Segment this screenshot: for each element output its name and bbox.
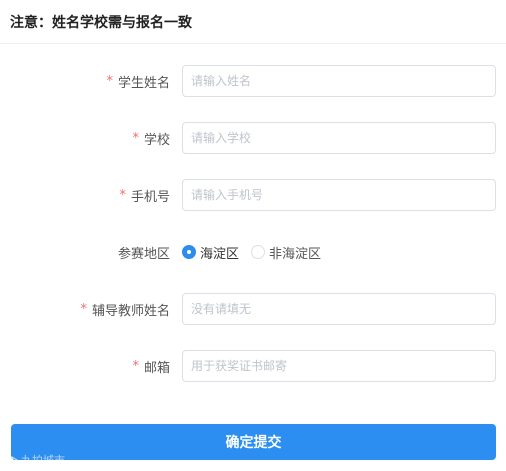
region-option-non-haidian[interactable]: 非海淀区 xyxy=(251,243,321,262)
required-mark: * xyxy=(80,301,87,317)
watermark-logo-icon xyxy=(4,455,18,465)
phone-row: * 手机号 xyxy=(0,179,506,211)
student-name-label: * 学生姓名 xyxy=(106,73,170,91)
region-row: 参赛地区 海淀区 非海淀区 xyxy=(0,236,506,268)
email-input[interactable] xyxy=(182,350,496,382)
required-mark: * xyxy=(132,358,139,374)
radio-checked-icon[interactable] xyxy=(182,245,196,259)
required-mark: * xyxy=(106,73,113,89)
watermark: 九拍城市 xyxy=(4,452,65,468)
school-input[interactable] xyxy=(182,122,496,154)
email-row: * 邮箱 xyxy=(0,350,506,382)
submit-button[interactable]: 确定提交 xyxy=(11,424,496,460)
radio-unchecked-icon[interactable] xyxy=(251,245,266,259)
email-label: * 邮箱 xyxy=(132,358,170,376)
phone-label: * 手机号 xyxy=(119,187,170,205)
teacher-label: * 辅导教师姓名 xyxy=(80,301,170,319)
notice-banner: 注意：姓名学校需与报名一致 xyxy=(0,0,506,44)
region-radio-group: 海淀区 非海淀区 xyxy=(182,236,333,268)
school-row: * 学校 xyxy=(0,122,506,154)
notice-text: 注意：姓名学校需与报名一致 xyxy=(10,14,192,31)
student-name-row: * 学生姓名 xyxy=(0,65,506,97)
region-label: 参赛地区 xyxy=(117,246,170,262)
required-mark: * xyxy=(119,187,126,203)
teacher-input[interactable] xyxy=(182,293,496,325)
required-mark: * xyxy=(132,130,139,146)
phone-input[interactable] xyxy=(182,179,496,211)
region-option-haidian[interactable]: 海淀区 xyxy=(182,243,239,262)
teacher-row: * 辅导教师姓名 xyxy=(0,293,506,325)
school-label: * 学校 xyxy=(132,130,170,148)
student-name-input[interactable] xyxy=(182,65,496,97)
watermark-text: 九拍城市 xyxy=(21,454,65,467)
